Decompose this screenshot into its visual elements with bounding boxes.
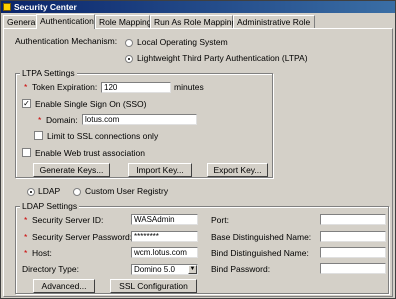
tab-authentication[interactable]: Authentication bbox=[36, 14, 95, 29]
ldap-settings-title: LDAP Settings bbox=[20, 201, 80, 211]
token-expiration-label: Token Expiration: bbox=[32, 82, 98, 92]
ssl-only-label: Limit to SSL connections only bbox=[47, 131, 159, 141]
domain-input[interactable]: lotus.com bbox=[82, 114, 197, 125]
required-marker: * bbox=[24, 248, 28, 258]
host-label: Host: bbox=[32, 248, 52, 258]
token-expiration-input[interactable]: 120 bbox=[101, 82, 171, 93]
required-marker: * bbox=[24, 215, 28, 225]
radio-custom-registry[interactable] bbox=[73, 188, 81, 196]
directory-type-value: Domino 5.0 bbox=[134, 265, 175, 274]
bind-password-input[interactable] bbox=[320, 263, 386, 274]
radio-ltpa[interactable] bbox=[125, 55, 133, 63]
token-unit-label: minutes bbox=[174, 82, 204, 92]
app-icon bbox=[3, 3, 11, 11]
base-dn-label: Base Distinguished Name: bbox=[211, 232, 312, 242]
authentication-panel: Authentication Mechanism: Local Operatin… bbox=[3, 28, 393, 297]
radio-local-os-label: Local Operating System bbox=[137, 37, 228, 47]
tab-run-as-role-mapping[interactable]: Run As Role Mapping bbox=[150, 15, 236, 28]
server-password-label: Security Server Password: bbox=[32, 232, 133, 242]
webtrust-label: Enable Web trust association bbox=[35, 148, 145, 158]
server-password-input[interactable]: ******** bbox=[131, 231, 198, 242]
required-marker: * bbox=[38, 115, 42, 125]
domain-label: Domain: bbox=[46, 115, 78, 125]
tab-role-mapping[interactable]: Role Mapping bbox=[95, 15, 151, 28]
required-marker: * bbox=[24, 232, 28, 242]
sso-label: Enable Single Sign On (SSO) bbox=[35, 99, 147, 109]
tab-administrative-role[interactable]: Administrative Role bbox=[233, 15, 315, 28]
radio-ldap-label: LDAP bbox=[38, 186, 61, 196]
port-label: Port: bbox=[211, 215, 229, 225]
radio-ldap[interactable] bbox=[27, 188, 35, 196]
bind-dn-input[interactable] bbox=[320, 247, 386, 258]
chevron-down-icon[interactable]: ▼ bbox=[188, 265, 197, 274]
generate-keys-button[interactable]: Generate Keys... bbox=[33, 163, 110, 177]
host-input[interactable]: wcm.lotus.com bbox=[131, 247, 198, 258]
server-id-label: Security Server ID: bbox=[32, 215, 104, 225]
sso-checkbox[interactable]: ✓ bbox=[22, 99, 31, 108]
required-marker: * bbox=[24, 82, 28, 92]
tab-general[interactable]: General bbox=[3, 15, 37, 28]
advanced-button[interactable]: Advanced... bbox=[33, 279, 95, 293]
ssl-only-checkbox[interactable] bbox=[34, 131, 43, 140]
bind-password-label: Bind Password: bbox=[211, 264, 271, 274]
ltpa-settings-title: LTPA Settings bbox=[20, 68, 77, 78]
base-dn-input[interactable] bbox=[320, 231, 386, 242]
window-title: Security Center bbox=[14, 2, 77, 12]
bind-dn-label: Bind Distinguished Name: bbox=[211, 248, 309, 258]
server-id-input[interactable]: WASAdmin bbox=[131, 214, 198, 225]
import-key-button[interactable]: Import Key... bbox=[128, 163, 192, 177]
radio-ltpa-label: Lightweight Third Party Authentication (… bbox=[137, 53, 308, 63]
auth-mechanism-label: Authentication Mechanism: bbox=[15, 36, 118, 46]
directory-type-label: Directory Type: bbox=[22, 264, 80, 274]
export-key-button[interactable]: Export Key... bbox=[207, 163, 268, 177]
port-input[interactable] bbox=[320, 214, 386, 225]
security-center-window: Security Center General Authentication R… bbox=[0, 0, 396, 299]
radio-custom-registry-label: Custom User Registry bbox=[85, 186, 169, 196]
webtrust-checkbox[interactable] bbox=[22, 148, 31, 157]
title-bar: Security Center bbox=[1, 1, 395, 13]
ssl-configuration-button[interactable]: SSL Configuration bbox=[110, 279, 197, 293]
radio-local-os[interactable] bbox=[125, 39, 133, 47]
